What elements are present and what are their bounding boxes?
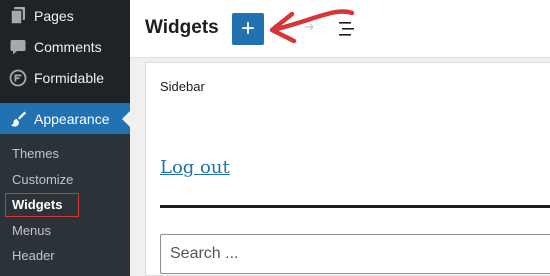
submenu-item-menus[interactable]: Menus <box>12 223 51 238</box>
list-view-icon[interactable] <box>337 20 357 38</box>
widget-area-title: Sidebar <box>160 79 205 94</box>
sidebar-item-label: Formidable <box>34 69 105 86</box>
sidebar-item-comments[interactable]: Comments <box>0 31 130 62</box>
comments-icon <box>9 38 27 56</box>
sidebar-item-formidable[interactable]: Formidable <box>0 62 130 93</box>
sidebar-item-pages[interactable]: Pages <box>0 0 130 31</box>
formidable-icon <box>9 69 27 87</box>
active-indicator <box>122 110 130 127</box>
add-block-button[interactable]: + <box>232 13 264 45</box>
sidebar-item-label: Comments <box>34 38 102 55</box>
appearance-icon <box>9 110 27 128</box>
undo-icon[interactable] <box>270 20 284 34</box>
admin-sidebar: Pages Comments Formidable Appearance The… <box>0 0 130 276</box>
sidebar-item-label: Pages <box>34 7 74 24</box>
widgets-highlight-box <box>5 193 79 217</box>
search-input[interactable] <box>160 234 550 274</box>
widget-area: Sidebar Log out <box>145 62 550 276</box>
sidebar-item-appearance[interactable]: Appearance <box>0 103 130 134</box>
redo-icon[interactable] <box>302 20 316 34</box>
separator-block <box>160 205 550 208</box>
pages-icon <box>9 7 27 25</box>
page-title: Widgets <box>145 17 219 38</box>
submenu-item-customize[interactable]: Customize <box>12 172 73 187</box>
editor-header: Widgets + <box>130 0 550 58</box>
submenu-item-themes[interactable]: Themes <box>12 146 59 161</box>
submenu-item-header[interactable]: Header <box>12 248 55 263</box>
logout-link[interactable]: Log out <box>160 157 230 178</box>
sidebar-item-label: Appearance <box>34 110 110 127</box>
